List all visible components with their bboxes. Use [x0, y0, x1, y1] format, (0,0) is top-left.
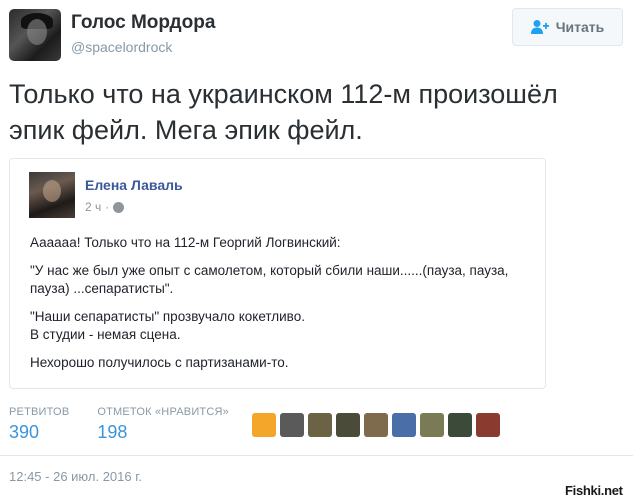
post-body: Аааааа! Только что на 112-м Георгий Логв… — [30, 234, 530, 382]
fishki-watermark: Fishki.net — [565, 483, 623, 498]
tweet-card: Голос Мордора @spacelordrock Читать Толь… — [0, 0, 633, 503]
retweets-count[interactable]: 390 — [9, 422, 69, 443]
post-paragraph: Аааааа! Только что на 112-м Георгий Логв… — [30, 235, 341, 250]
retweets-label: РЕТВИТОВ — [9, 406, 70, 418]
divider — [0, 455, 633, 456]
tweet-text-line: Только что на украинском 112-м произошёл — [9, 79, 558, 109]
retweets-stat[interactable]: РЕТВИТОВ 390 — [9, 406, 69, 443]
follow-button[interactable]: Читать — [512, 8, 623, 46]
post-time[interactable]: 2 ч — [85, 200, 101, 214]
dot-separator: · — [105, 200, 110, 214]
liker-avatar-2[interactable] — [280, 413, 304, 437]
liker-avatar-5[interactable] — [364, 413, 388, 437]
tweet-stats: РЕТВИТОВ 390 ОТМЕТОК «НРАВИТСЯ» 198 — [9, 406, 257, 443]
globe-icon — [113, 201, 125, 213]
likes-label: ОТМЕТОК «НРАВИТСЯ» — [97, 406, 229, 418]
likes-count[interactable]: 198 — [97, 422, 229, 443]
likers-avatars — [252, 413, 500, 437]
post-paragraph: Нехорошо получилось с партизанами-то. — [30, 355, 289, 370]
follow-button-label: Читать — [555, 19, 605, 35]
follow-user-icon — [530, 19, 549, 35]
tweet-text: Только что на украинском 112-м произошёл… — [9, 76, 619, 148]
user-avatar[interactable] — [9, 9, 61, 61]
post-author-avatar[interactable] — [29, 172, 75, 218]
post-author-name[interactable]: Елена Лаваль — [85, 177, 183, 193]
display-name[interactable]: Голос Мордора — [71, 12, 215, 34]
post-paragraph: "Наши сепаратисты" прозвучало кокетливо.… — [30, 309, 305, 342]
post-meta: 2 ч · — [85, 200, 125, 214]
tweet-text-line: эпик фейл. Мега эпик фейл. — [9, 115, 363, 145]
liker-avatar-1[interactable] — [252, 413, 276, 437]
user-handle[interactable]: @spacelordrock — [71, 39, 172, 55]
liker-avatar-9[interactable] — [476, 413, 500, 437]
embedded-post[interactable]: Елена Лаваль 2 ч · Аааааа! Только что на… — [9, 158, 546, 389]
tweet-timestamp[interactable]: 12:45 - 26 июл. 2016 г. — [9, 469, 142, 484]
liker-avatar-7[interactable] — [420, 413, 444, 437]
liker-avatar-6[interactable] — [392, 413, 416, 437]
liker-avatar-4[interactable] — [336, 413, 360, 437]
likes-stat[interactable]: ОТМЕТОК «НРАВИТСЯ» 198 — [97, 406, 229, 443]
post-paragraph: "У нас же был уже опыт с самолетом, кото… — [30, 263, 509, 296]
liker-avatar-3[interactable] — [308, 413, 332, 437]
liker-avatar-8[interactable] — [448, 413, 472, 437]
